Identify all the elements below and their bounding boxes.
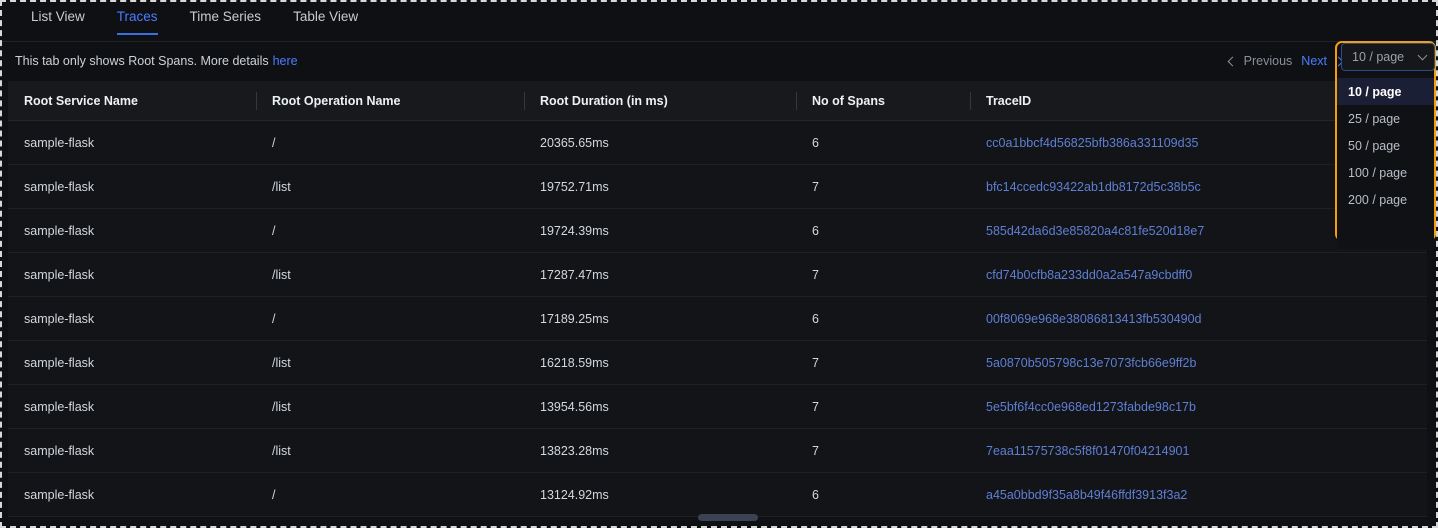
cell-root-service-name: sample-flask [24,179,95,194]
table-row[interactable]: sample-flask/list 19752.71ms 7 bfc14ccedc93… [8,165,1427,209]
table-row[interactable]: sample-flask / 13124.92ms 6 a45a0bbd9f35a8b4… [8,473,1427,517]
page-size-option-100[interactable]: 100 / page [1337,159,1434,186]
tab-list-view[interactable]: List View [15,0,101,35]
column-header-no-of-spans[interactable]: No of Spans [796,81,970,121]
cell-root-service-name: sample-flask [24,267,95,282]
table-row[interactable]: sample-flask/list 13954.56ms 7 5e5bf6f4cc0e… [8,385,1427,429]
cell-traceid[interactable]: 5a0870b505798c13e7073fcb66e9ff2b [970,356,1427,370]
table-row[interactable]: sample-flask/list 16218.59ms 7 5a0870b50579… [8,341,1427,385]
table-body: sample-flask/20365.65ms 6 cc0a1bbcf4d56825… [8,121,1427,517]
table-row[interactable]: sample-flask/list 17287.47ms 7 cfd74b0cfb8a… [8,253,1427,297]
cell-no-of-spans: 7 [812,443,819,458]
cell-root-duration: 19724.39ms [540,223,609,238]
cell-no-of-spans: 6 [812,487,819,502]
tab-time-series[interactable]: Time Series [174,0,278,35]
chevron-down-icon [1417,50,1428,61]
traces-table: Root Service Name Root Operation Name Ro… [8,81,1427,521]
cell-root-duration: 19752.71ms [540,179,609,194]
table-row[interactable]: sample-flask / 17189.25ms 6 00f8069e968e3808… [8,297,1427,341]
cell-traceid[interactable]: 5e5bf6f4cc0e968ed1273fabde98c17b [970,400,1427,414]
cell-no-of-spans: 7 [812,267,819,282]
next-page-button[interactable]: Next [1301,54,1344,68]
cell-traceid[interactable]: 7eaa11575738c5f8f01470f04214901 [970,444,1427,458]
notice-bar: This tab only shows Root Spans. More det… [0,42,1438,80]
tab-label: Table View [293,9,359,24]
cell-root-operation-name: / [272,135,276,150]
table-row[interactable]: sample-flask/20365.65ms 6 cc0a1bbcf4d56825… [8,121,1427,165]
option-label: 25 / page [1348,111,1401,126]
tab-label: Traces [116,9,158,24]
page-size-option-200[interactable]: 200 / page [1337,186,1434,213]
column-header-root-service-name[interactable]: Root Service Name [8,81,256,121]
cell-no-of-spans: 6 [812,135,819,150]
cell-root-duration: 17287.47ms [540,267,609,282]
cell-root-operation-name: /list [272,179,291,194]
cell-traceid[interactable]: 00f8069e968e38086813413fb530490d [970,312,1427,326]
cell-no-of-spans: 6 [812,311,819,326]
view-tabs: List View Traces Time Series Table View [0,0,1438,42]
cell-root-operation-name: /list [272,355,291,370]
cell-traceid[interactable]: a45a0bbd9f35a8b49f46ffdf3913f3a2 [970,488,1427,502]
table-row[interactable]: sample-flask/19724.39ms 6 585d42da6d3e8582… [8,209,1427,253]
cell-root-duration: 13823.28ms [540,443,609,458]
option-label: 50 / page [1348,138,1401,153]
page-size-option-50[interactable]: 50 / page [1337,132,1434,159]
cell-no-of-spans: 7 [812,399,819,414]
cell-root-duration: 13124.92ms [540,487,609,502]
cell-root-operation-name: /list [272,399,291,414]
cell-root-service-name: sample-flask [24,355,95,370]
cell-root-service-name: sample-flask [24,443,95,458]
table-row[interactable]: sample-flask/list 13823.28ms 7 7eaa11575738… [8,429,1427,473]
tab-traces[interactable]: Traces [101,0,174,35]
horizontal-scrollbar-thumb[interactable] [698,514,758,521]
pagination-controls: Previous Next [1227,42,1344,80]
traces-tab-page: List View Traces Time Series Table View … [0,0,1438,528]
cell-root-operation-name: / [272,311,276,326]
more-details-link[interactable]: here [273,54,298,68]
tab-label: List View [31,9,85,24]
option-label: 200 / page [1348,192,1408,207]
chevron-left-icon [1227,56,1238,66]
root-spans-notice: This tab only shows Root Spans. More det… [15,54,269,68]
page-size-dropdown-menu: 10 / page 25 / page 50 / page 100 / page… [1337,74,1434,249]
next-label: Next [1301,54,1327,68]
horizontal-scrollbar[interactable] [8,514,1427,522]
cell-traceid[interactable]: cfd74b0cfb8a233dd0a2a547a9cbdff0 [970,268,1427,282]
cell-no-of-spans: 7 [812,179,819,194]
option-label: 100 / page [1348,165,1408,180]
page-size-option-10[interactable]: 10 / page [1337,78,1434,105]
cell-root-duration: 16218.59ms [540,355,609,370]
page-size-select-wrapper: 10 / page 10 / page 25 / page 50 / page … [1335,41,1436,249]
cell-root-operation-name: / [272,223,276,238]
cell-root-duration: 20365.65ms [540,135,609,150]
column-header-root-duration[interactable]: Root Duration (in ms) [524,81,796,121]
previous-page-button[interactable]: Previous [1227,54,1293,68]
tab-label: Time Series [189,9,262,24]
cell-root-service-name: sample-flask [24,311,95,326]
tab-table-view[interactable]: Table View [277,0,374,35]
page-size-option-25[interactable]: 25 / page [1337,105,1434,132]
cell-root-service-name: sample-flask [24,223,95,238]
cell-root-service-name: sample-flask [24,487,95,502]
cell-no-of-spans: 7 [812,355,819,370]
column-header-root-operation-name[interactable]: Root Operation Name [256,81,524,121]
cell-root-service-name: sample-flask [24,135,95,150]
cell-root-service-name: sample-flask [24,399,95,414]
option-label: 10 / page [1348,84,1402,99]
page-size-select[interactable]: 10 / page [1341,43,1435,71]
page-size-value: 10 / page [1352,50,1405,64]
cell-root-duration: 13954.56ms [540,399,609,414]
cell-no-of-spans: 6 [812,223,819,238]
cell-root-operation-name: /list [272,267,291,282]
table-header-row: Root Service Name Root Operation Name Ro… [8,81,1427,121]
cell-root-operation-name: /list [272,443,291,458]
previous-label: Previous [1243,54,1293,68]
cell-root-duration: 17189.25ms [540,311,609,326]
cell-root-operation-name: / [272,487,276,502]
